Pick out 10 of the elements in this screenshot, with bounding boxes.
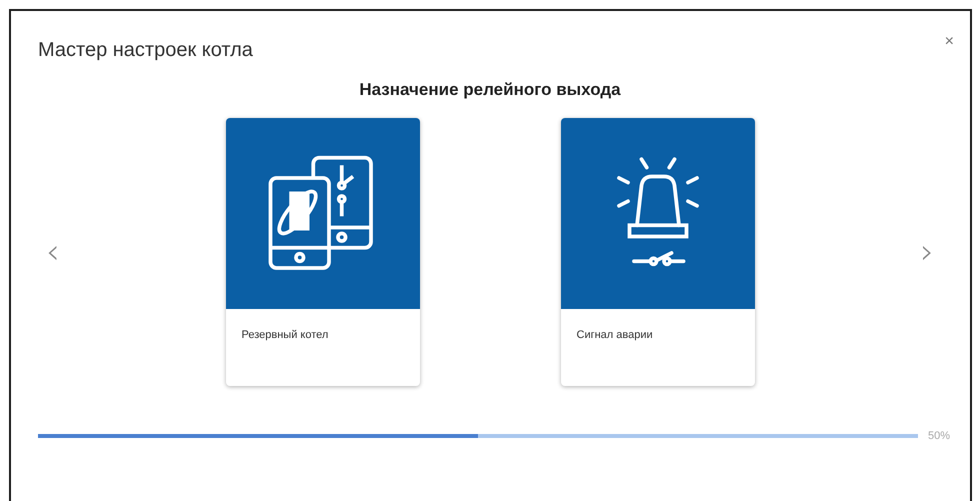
option-card[interactable]: Резервный котел: [226, 118, 420, 386]
option-label: Резервный котел: [240, 328, 330, 343]
option-card[interactable]: Сигнал аварии: [560, 118, 754, 386]
next-button[interactable]: ›: [912, 235, 942, 269]
progress-reading: 50%: [928, 430, 950, 442]
close-button[interactable]: ×: [944, 33, 954, 51]
dialog-title: Мастер настроек котла: [38, 39, 253, 62]
step-heading: Назначение релейного выхода: [358, 80, 622, 100]
previous-button[interactable]: ‹: [38, 235, 68, 269]
option-label: Сигнал аварии: [576, 328, 654, 343]
